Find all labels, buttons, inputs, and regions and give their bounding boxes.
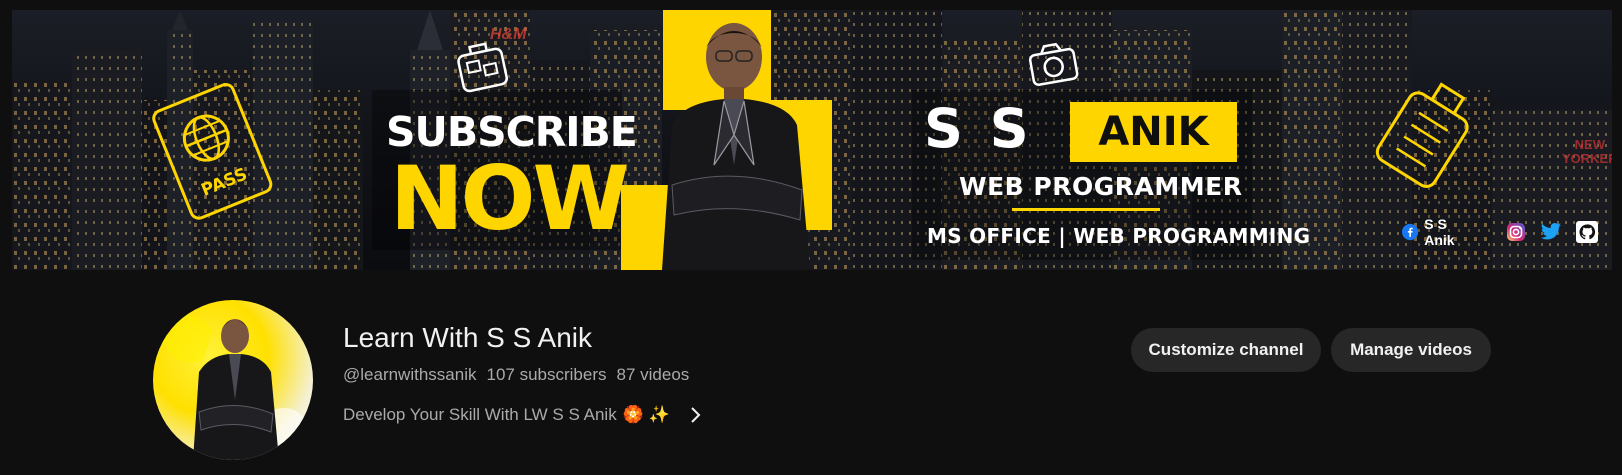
manage-videos-button[interactable]: Manage videos xyxy=(1331,328,1491,372)
channel-description-text: Develop Your Skill With LW S S Anik xyxy=(343,405,617,424)
twitter-icon xyxy=(1540,223,1562,240)
instagram-icon xyxy=(1507,223,1525,241)
suitcase-icon xyxy=(1375,82,1469,188)
channel-avatar[interactable] xyxy=(153,300,313,460)
channel-banner: H&M PASS SUBSCRIBE NOW S S ANIK WEB PROG… xyxy=(12,10,1612,270)
banner-person-photo xyxy=(662,23,810,270)
avatar-photo xyxy=(163,314,313,460)
subscriber-count: 107 subscribers xyxy=(486,365,607,384)
banner-role: WEB PROGRAMMER xyxy=(959,172,1243,201)
instagram-link[interactable] xyxy=(1506,222,1526,242)
channel-title: Learn With S S Anik xyxy=(343,322,593,353)
channel-description-emoji: 🏵️ ✨ xyxy=(622,405,670,424)
video-count: 87 videos xyxy=(616,365,690,384)
camera-icon xyxy=(1028,42,1079,86)
customize-channel-button[interactable]: Customize channel xyxy=(1131,328,1321,372)
chevron-right-icon[interactable] xyxy=(688,406,702,424)
banner-skills: MS OFFICE | WEB PROGRAMMING xyxy=(927,224,1311,248)
neon-sign: NEW YORKER xyxy=(1562,137,1612,167)
banner-name-first: S S xyxy=(924,97,1033,160)
banner-social-links: S S Anik xyxy=(1402,216,1612,248)
luggage-icon xyxy=(457,42,509,93)
passport-label: PASS xyxy=(198,164,250,200)
github-link[interactable] xyxy=(1576,221,1598,243)
neon-sign-line2: YORKER xyxy=(1562,151,1612,167)
twitter-link[interactable] xyxy=(1540,222,1562,242)
banner-name-last: ANIK xyxy=(1070,102,1237,162)
channel-handle: @learnwithssanik xyxy=(343,365,477,384)
facebook-icon xyxy=(1402,223,1419,241)
channel-meta: @learnwithssanik 107 subscribers 87 vide… xyxy=(343,365,689,385)
passport-icon: PASS xyxy=(152,83,273,220)
neon-sign-line1: NEW xyxy=(1574,137,1605,152)
banner-now-text: NOW xyxy=(390,147,630,250)
social-name: S S Anik xyxy=(1424,216,1455,248)
github-icon xyxy=(1576,221,1598,243)
facebook-link[interactable]: S S Anik xyxy=(1402,216,1506,248)
banner-role-underline xyxy=(1012,208,1160,211)
channel-description[interactable]: Develop Your Skill With LW S S Anik 🏵️ ✨ xyxy=(343,405,702,425)
